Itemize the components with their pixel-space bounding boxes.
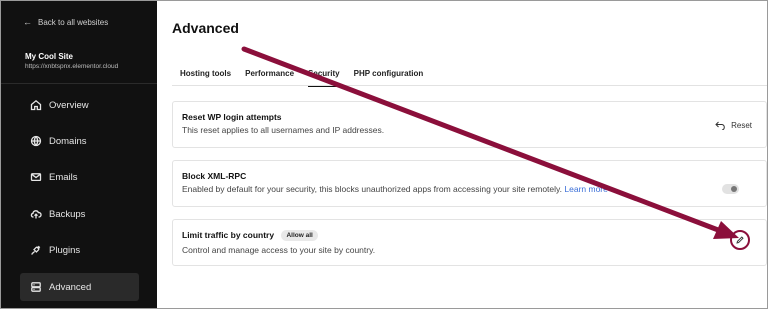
tabs-divider [172,85,767,86]
arrow-left-icon: ← [23,17,32,27]
sidebar-item-domains[interactable]: Domains [20,127,139,155]
card-description: Control and manage access to your site b… [182,245,376,255]
status-badge: Allow all [281,230,318,241]
toggle-knob [731,186,737,192]
card-description: Enabled by default for your security, th… [182,184,608,194]
undo-icon [715,121,725,130]
sidebar: ← Back to all websites My Cool Site http… [1,1,157,308]
sidebar-item-label: Emails [49,171,78,183]
xmlrpc-toggle[interactable] [722,184,739,194]
sidebar-item-advanced[interactable]: Advanced [20,273,139,301]
card-title: Block XML-RPC [182,171,247,181]
sidebar-item-label: Plugins [49,244,81,256]
sidebar-divider [1,83,157,84]
sidebar-item-label: Advanced [49,281,92,293]
mail-icon [30,173,42,182]
server-icon [31,282,41,292]
block-xmlrpc-card: Block XML-RPC Enabled by default for you… [172,160,767,207]
sidebar-item-label: Overview [49,99,89,111]
card-description-text: Enabled by default for your security, th… [182,184,563,194]
main-content: Advanced Hosting tools Performance Secur… [157,1,767,308]
page-title: Advanced [172,20,239,36]
card-title: Reset WP login attempts [182,112,282,122]
sidebar-item-emails[interactable]: Emails [20,163,139,191]
app-window: ← Back to all websites My Cool Site http… [0,0,768,309]
site-url: https://xnbtspnx.elementor.cloud [25,63,119,70]
site-name: My Cool Site [25,52,74,61]
sidebar-item-label: Backups [49,208,86,220]
sidebar-item-overview[interactable]: Overview [20,91,139,119]
reset-button[interactable]: Reset [715,121,752,130]
back-label: Back to all websites [38,17,109,27]
reset-login-card: Reset WP login attempts This reset appli… [172,101,767,148]
sidebar-item-label: Domains [49,135,87,147]
back-to-websites-link[interactable]: ← Back to all websites [23,17,108,27]
edit-button[interactable] [730,230,750,250]
home-icon [30,99,42,111]
reset-label: Reset [731,121,752,130]
learn-more-link[interactable]: Learn more [564,184,607,194]
globe-icon [30,135,42,147]
card-title-row: Limit traffic by country Allow all [182,230,318,241]
card-description: This reset applies to all usernames and … [182,125,385,135]
sidebar-item-plugins[interactable]: Plugins [20,236,139,264]
sidebar-item-backups[interactable]: Backups [20,200,139,228]
pencil-icon [736,236,744,244]
cloud-upload-icon [30,210,42,219]
limit-traffic-card: Limit traffic by country Allow all Contr… [172,219,767,266]
plug-icon [31,245,41,255]
card-title: Limit traffic by country [182,230,275,240]
